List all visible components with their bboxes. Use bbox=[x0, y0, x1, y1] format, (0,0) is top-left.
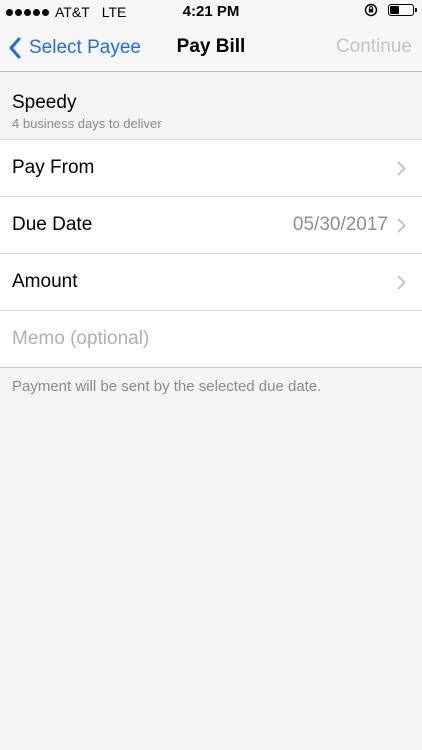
payment-note: Payment will be sent by the selected due… bbox=[12, 378, 322, 395]
delivery-speed-title: Speedy bbox=[12, 92, 77, 113]
pay-from-row[interactable]: Pay From bbox=[0, 140, 422, 197]
due-date-label: Due Date bbox=[12, 214, 93, 235]
battery-icon bbox=[388, 4, 417, 16]
pay-from-label: Pay From bbox=[12, 157, 95, 178]
chevron-right-icon bbox=[397, 275, 406, 290]
memo-placeholder: Memo (optional) bbox=[12, 328, 150, 349]
payment-form: Pay From Due Date 05/30/2017 Amount Memo… bbox=[0, 140, 422, 368]
navigation-bar: Select Payee Pay Bill Continue bbox=[0, 24, 422, 72]
delivery-speed-subtitle: 4 business days to deliver bbox=[12, 116, 162, 131]
delivery-speed-header: Speedy 4 business days to deliver bbox=[0, 80, 422, 140]
memo-field[interactable]: Memo (optional) bbox=[0, 311, 422, 368]
status-time: 4:21 PM bbox=[182, 3, 240, 20]
continue-button[interactable]: Continue bbox=[336, 36, 412, 58]
due-date-row[interactable]: Due Date 05/30/2017 bbox=[0, 197, 422, 254]
status-bar: AT&T LTE 4:21 PM bbox=[0, 0, 422, 24]
status-right bbox=[364, 3, 417, 17]
due-date-value: 05/30/2017 bbox=[292, 214, 388, 235]
orientation-lock-icon bbox=[364, 3, 378, 17]
chevron-right-icon bbox=[397, 218, 406, 233]
amount-label: Amount bbox=[12, 271, 78, 292]
chevron-right-icon bbox=[397, 161, 406, 176]
amount-row[interactable]: Amount bbox=[0, 254, 422, 311]
